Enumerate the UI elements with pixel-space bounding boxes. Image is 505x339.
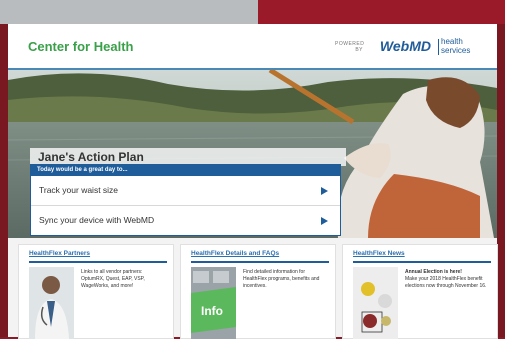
browser-frame-top-right [258, 0, 505, 24]
logo-tagline: health services [441, 37, 471, 55]
card-description: Find detailed information for HealthFlex… [243, 269, 320, 289]
card-description: Annual Election is here! Make your 2018 … [405, 269, 491, 290]
action-plan-intro: Today would be a great day to... [31, 165, 340, 176]
news-headline: Annual Election is here! [405, 269, 462, 275]
webmd-logo[interactable]: POWERED BY WebMD health services [327, 36, 487, 58]
card-title-link[interactable]: HealthFlex Partners [29, 250, 90, 257]
card-divider [191, 261, 329, 263]
news-body: Make your 2018 HealthFlex benefit electi… [405, 276, 487, 289]
card-title-link[interactable]: HealthFlex Details and FAQs [191, 250, 279, 257]
card-partners: HealthFlex Partners Links to all vendor … [18, 244, 174, 339]
card-divider [353, 261, 491, 263]
info-keyboard-image: Info [191, 267, 236, 339]
play-arrow-icon[interactable] [321, 187, 328, 195]
page-margin-left [0, 24, 8, 337]
card-divider [29, 261, 167, 263]
logo-webmd: WebMD [379, 38, 431, 54]
apples-image [353, 267, 398, 339]
plan-item-label: Sync your device with WebMD [39, 215, 155, 225]
card-description: Links to all vendor partners: OptumRX, Q… [81, 269, 145, 289]
doctor-image [29, 267, 74, 339]
card-details-faqs: HealthFlex Details and FAQs Info Find de… [180, 244, 336, 339]
info-key-label: Info [201, 304, 223, 318]
brand-title[interactable]: Center for Health [28, 39, 133, 54]
card-news: HealthFlex News Annual Election is here!… [342, 244, 498, 339]
browser-frame-top-left [0, 0, 258, 24]
page: Center for Health POWERED BY WebMD healt… [8, 24, 498, 339]
plan-item-sync-device[interactable]: Sync your device with WebMD [31, 206, 340, 235]
logo-powered-by: POWERED BY [335, 41, 365, 53]
plan-item-track-waist[interactable]: Track your waist size [31, 176, 340, 206]
play-arrow-icon[interactable] [321, 217, 328, 225]
plan-item-label: Track your waist size [39, 185, 119, 195]
header: Center for Health POWERED BY WebMD healt… [8, 24, 497, 70]
card-title-link[interactable]: HealthFlex News [353, 250, 405, 257]
info-cards: HealthFlex Partners Links to all vendor … [8, 244, 498, 339]
page-margin-right [497, 24, 505, 337]
action-plan-box: Today would be a great day to... Track y… [30, 164, 341, 236]
logo-divider [438, 39, 439, 55]
